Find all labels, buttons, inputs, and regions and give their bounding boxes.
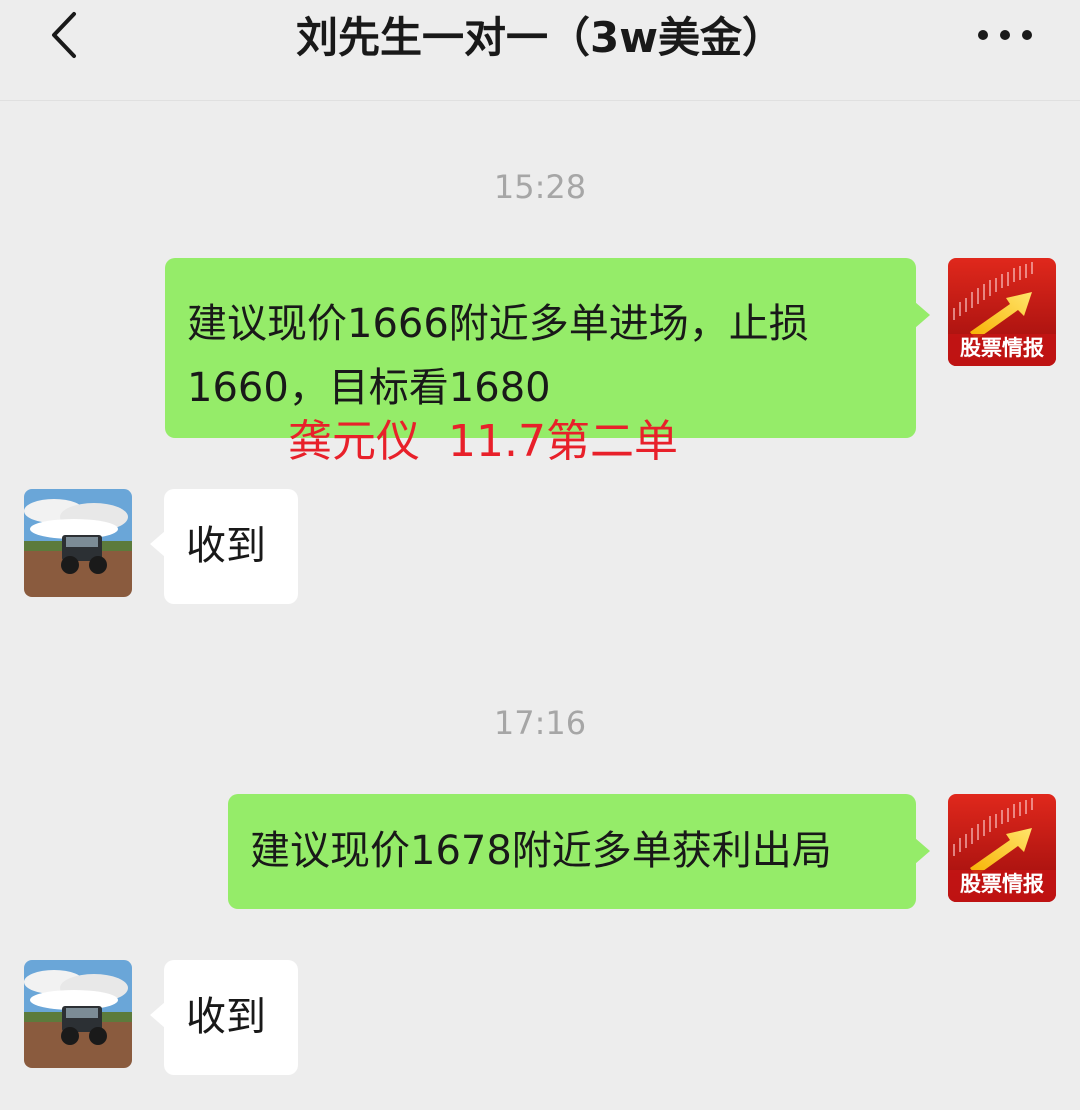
incoming-message[interactable]: 收到	[150, 489, 298, 604]
svg-text:股票情报: 股票情报	[960, 872, 1044, 896]
chat-title: 刘先生一对一（3w美金）	[295, 13, 785, 62]
stock-chart-avatar-icon: 股票情报	[948, 794, 1056, 902]
svg-text:股票情报: 股票情报	[960, 336, 1044, 360]
message-timestamp: 15:28	[493, 168, 587, 206]
sender-avatar[interactable]: 股票情报	[948, 794, 1056, 902]
contact-avatar[interactable]	[24, 960, 132, 1068]
jeep-landscape-avatar-icon	[24, 960, 132, 1068]
outgoing-message[interactable]: 建议现价1666附近多单进场，止损1660，目标看1680	[165, 258, 930, 438]
chat-header: 刘先生一对一（3w美金）	[0, 0, 1080, 101]
ellipsis-icon	[978, 30, 1032, 40]
outgoing-message[interactable]: 建议现价1678附近多单获利出局	[228, 794, 930, 909]
more-options-button[interactable]	[970, 10, 1040, 60]
red-annotation-text: 龚元仪 11.7第二单	[288, 416, 678, 467]
incoming-message[interactable]: 收到	[150, 960, 298, 1075]
contact-avatar[interactable]	[24, 489, 132, 597]
jeep-landscape-avatar-icon	[24, 489, 132, 597]
message-timestamp: 17:16	[493, 704, 587, 742]
sender-avatar[interactable]: 股票情报	[948, 258, 1056, 366]
stock-chart-avatar-icon: 股票情报	[948, 258, 1056, 366]
